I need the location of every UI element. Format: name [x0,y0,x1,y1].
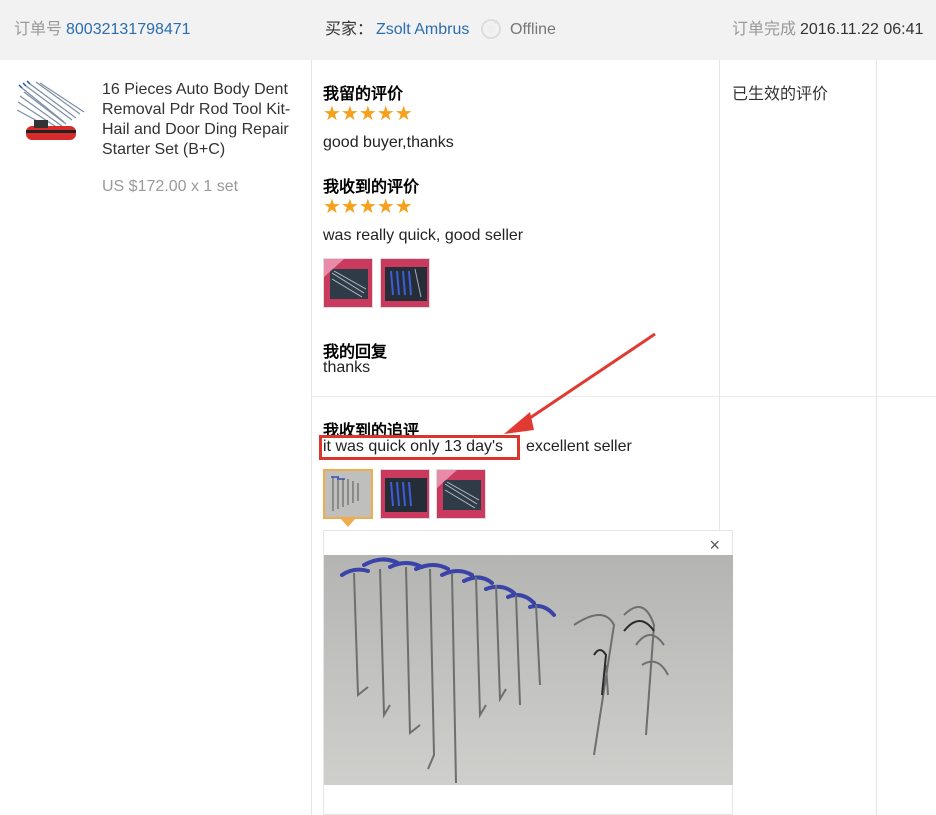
column-divider [311,60,312,815]
product-title-link[interactable]: 16 Pieces Auto Body Dent Removal Pdr Rod… [102,80,306,160]
photo-preview-panel: × [323,530,733,815]
order-number-link[interactable]: 80032131798471 [66,20,191,40]
arrow-annotation-icon [504,332,656,434]
followup-photo-thumbnail[interactable] [380,469,430,519]
completed-label: 订单完成 [732,21,797,38]
column-divider [876,60,877,815]
buyer-name-link[interactable]: Zsolt Ambrus [376,20,469,40]
followup-rest-text: excellent seller [526,438,632,455]
selected-photo-caret [341,519,355,527]
review-photo-thumbnail[interactable] [380,258,430,308]
completed-time: 2016.11.22 06:41 [800,21,924,38]
review-received-text: was really quick, good seller [323,227,524,244]
product-thumbnail[interactable] [14,80,88,150]
highlight-annotation-box [319,435,520,460]
close-icon[interactable]: × [709,535,720,556]
review-photo-thumbnail[interactable] [323,258,373,308]
followup-photo-thumbnail[interactable] [323,469,373,519]
chat-offline-icon[interactable] [480,18,502,46]
order-number-label: 订单号 [14,21,63,38]
followup-photo-thumbnail[interactable] [436,469,486,519]
review-received-label: 我收到的评价 [323,179,420,196]
buyer-status: Offline [510,21,556,38]
order-header: 订单号 80032131798471 买家： Zsolt Ambrus Offl… [0,0,936,60]
buyer-label: 买家： [325,21,374,38]
review-left-label: 我留的评价 [323,86,404,103]
photo-preview-image [324,555,733,785]
review-status: 已生效的评价 [732,86,829,103]
review-left-stars: ★★★★★ [323,103,413,125]
my-reply-text: thanks [323,359,371,376]
product-price: US $172.00 x 1 set [102,178,239,195]
review-left-text: good buyer,thanks [323,134,454,151]
review-received-stars: ★★★★★ [323,196,413,218]
